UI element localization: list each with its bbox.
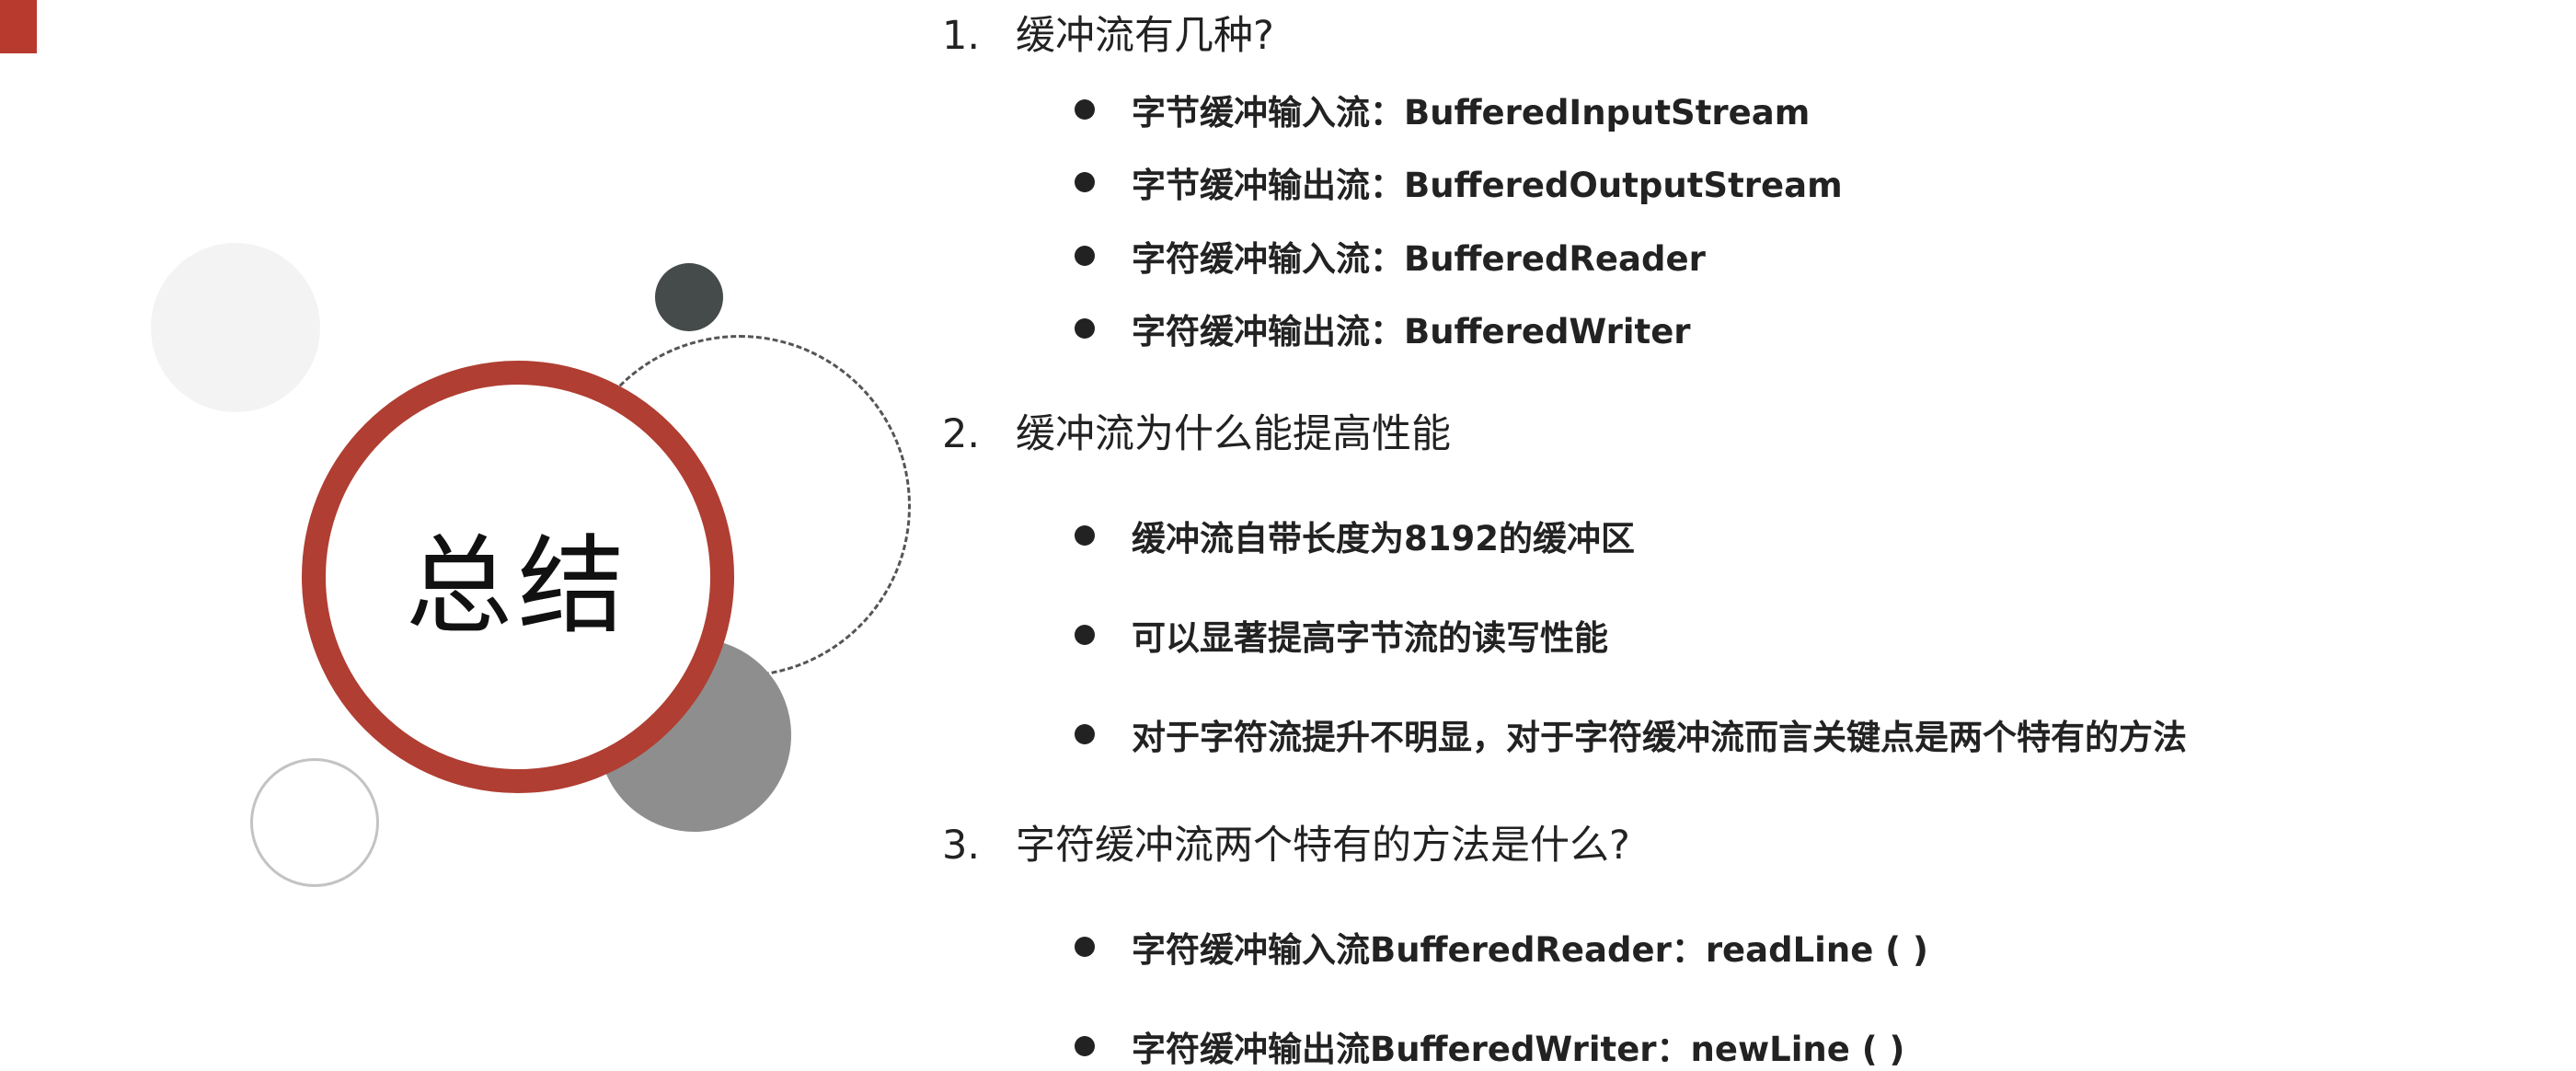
section-title: 缓冲流为什么能提高性能 <box>1016 411 1451 457</box>
list-item-text: 字符缓冲输入流BufferedReader：readLine ( ) <box>1132 930 1928 970</box>
list-item: 字符缓冲输出流：BufferedWriter <box>1075 304 1691 353</box>
section-title: 缓冲流有几种? <box>1016 13 1274 59</box>
list-item-text: 字符缓冲输出流BufferedWriter：newLine ( ) <box>1132 1030 1905 1069</box>
list-item-text: 字节缓冲输入流：BufferedInputStream <box>1132 93 1811 132</box>
bullet-icon <box>1075 937 1095 957</box>
section-title: 字符缓冲流两个特有的方法是什么? <box>1016 823 1630 869</box>
section-heading-2: 2. 缓冲流为什么能提高性能 <box>942 402 1451 459</box>
list-item-text: 字节缓冲输出流：BufferedOutputStream <box>1132 166 1843 205</box>
list-item: 字符缓冲输入流：BufferedReader <box>1075 231 1706 281</box>
section-number: 3. <box>942 823 981 869</box>
decorative-circle-outline <box>250 758 379 887</box>
bullet-icon <box>1075 99 1095 120</box>
section-number: 1. <box>942 13 981 59</box>
list-item-text: 缓冲流自带长度为8192的缓冲区 <box>1132 519 1635 559</box>
section-heading-1: 1. 缓冲流有几种? <box>942 4 1274 61</box>
list-item-text: 字符缓冲输出流：BufferedWriter <box>1132 312 1691 351</box>
title-ring: 总结 <box>302 361 734 793</box>
list-item-text: 可以显著提高字节流的读写性能 <box>1132 618 1608 658</box>
summary-content: 1. 缓冲流有几种? 字节缓冲输入流：BufferedInputStream 字… <box>942 0 2543 1069</box>
list-item: 字节缓冲输入流：BufferedInputStream <box>1075 85 1810 134</box>
corner-accent-mark <box>0 0 37 53</box>
bullet-icon <box>1075 318 1095 339</box>
list-item: 字符缓冲输出流BufferedWriter：newLine ( ) <box>1075 1021 1904 1071</box>
section-number: 2. <box>942 411 981 457</box>
bullet-icon <box>1075 724 1095 744</box>
bullet-icon <box>1075 1036 1095 1056</box>
list-item: 字节缓冲输出流：BufferedOutputStream <box>1075 157 1843 207</box>
list-item-text: 对于字符流提升不明显，对于字符缓冲流而言关键点是两个特有的方法 <box>1132 718 2187 757</box>
bullet-icon <box>1075 525 1095 546</box>
list-item-text: 字符缓冲输入流：BufferedReader <box>1132 239 1706 279</box>
bullet-icon <box>1075 625 1095 645</box>
section-heading-3: 3. 字符缓冲流两个特有的方法是什么? <box>942 813 1630 870</box>
bullet-icon <box>1075 246 1095 266</box>
page-title: 总结 <box>406 524 630 649</box>
list-item: 字符缓冲输入流BufferedReader：readLine ( ) <box>1075 922 1928 972</box>
list-item: 可以显著提高字节流的读写性能 <box>1075 610 1608 660</box>
decorative-circle-light <box>151 243 320 412</box>
list-item: 对于字符流提升不明显，对于字符缓冲流而言关键点是两个特有的方法 <box>1075 709 2187 759</box>
list-item: 缓冲流自带长度为8192的缓冲区 <box>1075 511 1635 560</box>
decorative-circle-dark <box>655 263 723 331</box>
bullet-icon <box>1075 172 1095 192</box>
